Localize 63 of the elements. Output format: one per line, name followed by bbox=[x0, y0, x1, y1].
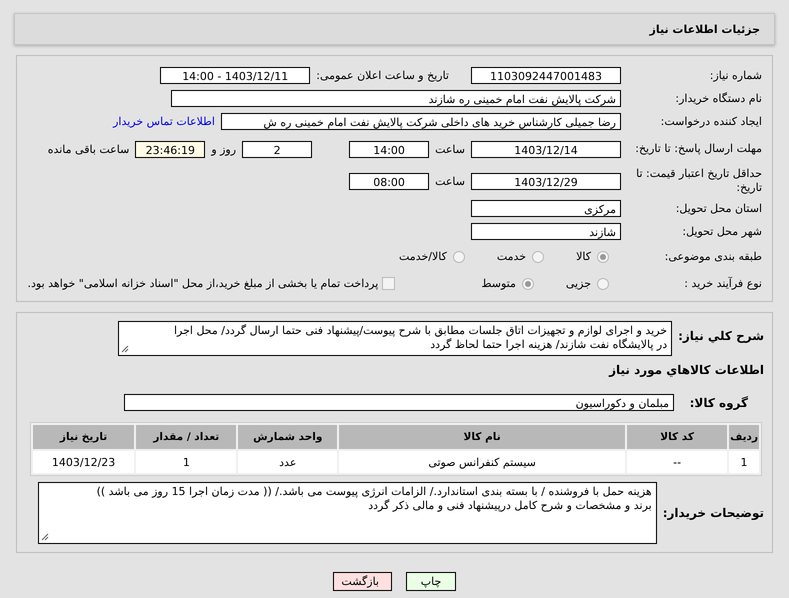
page-header: جزئیات اطلاعات نیاز bbox=[14, 13, 775, 45]
table-cell: 1403/12/23 bbox=[33, 451, 134, 473]
table-cell: -- bbox=[627, 451, 728, 473]
option-label: جزیی bbox=[566, 277, 591, 290]
table-cell: 1 bbox=[136, 451, 236, 473]
radio-button[interactable] bbox=[452, 250, 465, 262]
radio-button[interactable] bbox=[522, 278, 534, 290]
field-label: شهر محل تحویل: bbox=[681, 224, 763, 238]
table-cell: سیستم کنفرانس صوتی bbox=[339, 451, 626, 473]
remaining-time-field: 23:46:19 bbox=[135, 140, 206, 158]
field-label: تاریخ و ساعت اعلان عمومی: bbox=[316, 69, 449, 82]
announce-date-field: 1403/12/11 - 14:00 bbox=[160, 67, 310, 84]
option-label: کالا bbox=[576, 250, 591, 263]
column-header: ردیف bbox=[729, 425, 759, 449]
column-header: واحد شمارش bbox=[238, 425, 338, 449]
option-label: کالا/خدمت bbox=[399, 250, 447, 263]
table-cell: 1 bbox=[729, 451, 759, 473]
description-field: خرید و اجرای لوازم و تجهیزات اتاق جلسات مطابق با شرح پیوست/پیشنهاد فنی حتما ارسال گردد/ محل اجرا در پالایشگاه نفت شازند/ هزینه اجرا حتما لحاظ گردد bbox=[118, 321, 672, 356]
option-label: متوسط bbox=[481, 277, 516, 290]
field-label: استان محل تحویل: bbox=[674, 202, 763, 216]
field-label: نوع فرآیند خرید : bbox=[683, 276, 763, 290]
date-field: 1403/12/29 bbox=[471, 172, 621, 190]
field-label: گروه کالا: bbox=[688, 396, 749, 410]
field-label: مهلت ارسال پاسخ: تا تاریخ: bbox=[634, 142, 763, 156]
field-label: ایجاد کننده درخواست: bbox=[660, 114, 763, 128]
section-title: اطلاعات کالاهاي مورد نياز bbox=[609, 362, 765, 376]
column-header: نام کالا bbox=[339, 425, 626, 449]
resize-grip-icon[interactable] bbox=[121, 345, 130, 353]
buyer-notes-field: هزینه حمل با فروشنده / با بسته بندی استاندارد./ الزامات انرژی پیوست می باشد./ (( مدت زمان اجرا 15 روز می باشد )) برند و مشخصات و شرح کامل درپیشنهاد فنی و مالی ذکر گردد bbox=[38, 482, 657, 544]
table-cell: عدد bbox=[238, 451, 338, 473]
radio-button[interactable] bbox=[597, 250, 609, 262]
resize-grip-icon[interactable] bbox=[40, 533, 49, 541]
radio-button[interactable] bbox=[597, 278, 609, 290]
field-label: طبقه بندی موضوعی: bbox=[664, 250, 763, 264]
field-label: شماره نیاز: bbox=[708, 68, 763, 82]
need-number-field: 1103092447001483 bbox=[471, 67, 621, 84]
radio-button[interactable] bbox=[532, 250, 544, 262]
checkbox-label: پرداخت تمام یا بخشی از مبلغ خرید،از محل "اسناد خزانه اسلامی" خواهد بود. bbox=[28, 277, 378, 290]
print-button[interactable]: چاپ bbox=[406, 572, 456, 591]
creator-field: رضا جمیلی کارشناس خرید های داخلی شرکت پالایش نفت امام خمینی ره ش bbox=[221, 113, 621, 130]
field-label: شرح کلي نياز: bbox=[678, 328, 765, 343]
time-label: ساعت bbox=[435, 174, 465, 188]
city-field: شازند bbox=[471, 223, 621, 240]
back-button[interactable]: بازگشت bbox=[333, 572, 392, 591]
remaining-label: ساعت باقی مانده bbox=[48, 142, 130, 156]
column-header: کد کالا bbox=[627, 425, 728, 449]
goods-group-field: مبلمان و دکوراسیون bbox=[124, 394, 674, 411]
days-label: روز و bbox=[211, 142, 236, 156]
field-label: حداقل تاریخ اعتبار قیمت: تا تاریخ: bbox=[635, 167, 763, 195]
column-header: تعداد / مقدار bbox=[136, 425, 236, 449]
option-label: خدمت bbox=[496, 250, 526, 263]
field-label: توضیحات خریدار: bbox=[662, 506, 765, 520]
buyer-contact-link[interactable]: اطلاعات تماس خریدار bbox=[113, 115, 215, 128]
date-field: 1403/12/14 bbox=[471, 140, 621, 158]
time-field: 14:00 bbox=[349, 140, 430, 158]
checkbox[interactable] bbox=[382, 277, 396, 290]
field-label: نام دستگاه خریدار: bbox=[674, 92, 763, 106]
buyer-field: شرکت پالایش نفت امام خمینی ره شازند bbox=[171, 90, 621, 107]
province-field: مرکزی bbox=[471, 200, 621, 217]
time-field: 08:00 bbox=[349, 172, 430, 190]
time-label: ساعت bbox=[435, 142, 465, 156]
column-header: تاریخ نیاز bbox=[33, 425, 134, 449]
days-field: 2 bbox=[242, 140, 312, 158]
